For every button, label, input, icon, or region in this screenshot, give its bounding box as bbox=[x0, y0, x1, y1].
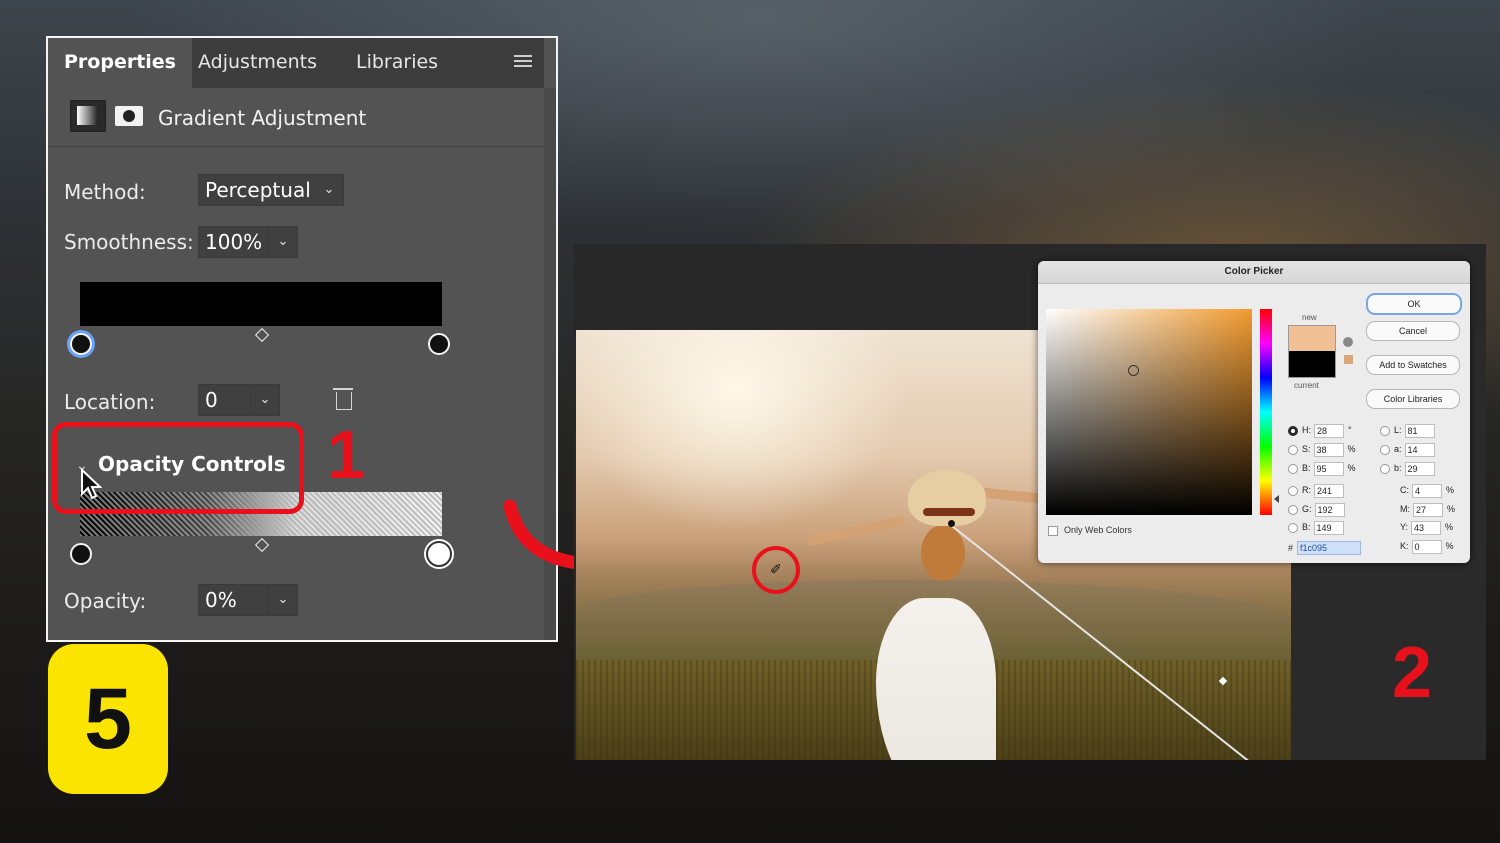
panel-tab-bar: Properties Adjustments Libraries bbox=[48, 38, 544, 88]
lab-l-row[interactable]: L: 81 bbox=[1380, 423, 1435, 438]
lab-b-row[interactable]: b: 29 bbox=[1380, 461, 1435, 476]
step-number-2: 2 bbox=[1392, 633, 1433, 713]
color-libraries-button[interactable]: Color Libraries bbox=[1366, 389, 1460, 409]
eyedropper-icon: ✐ bbox=[770, 562, 782, 578]
saturation-row[interactable]: S: 38% bbox=[1288, 442, 1356, 457]
woman-figure bbox=[876, 598, 996, 760]
properties-panel: Properties Adjustments Libraries Gradien… bbox=[46, 36, 558, 642]
hue-row[interactable]: H: 28 ° bbox=[1288, 423, 1352, 438]
cancel-button[interactable]: Cancel bbox=[1366, 321, 1460, 341]
layer-mask-icon[interactable] bbox=[115, 106, 143, 126]
cyan-row[interactable]: C: 4% bbox=[1400, 483, 1454, 498]
hat-band bbox=[923, 508, 975, 516]
tab-libraries[interactable]: Libraries bbox=[356, 38, 438, 88]
new-color-swatch bbox=[1288, 325, 1336, 352]
yellow-row[interactable]: Y: 43% bbox=[1400, 520, 1453, 535]
chevron-down-icon: ⌄ bbox=[323, 182, 335, 197]
gamut-cube-icon[interactable] bbox=[1343, 337, 1353, 347]
gradient-layer-icon bbox=[70, 100, 106, 132]
arm-left bbox=[806, 515, 906, 547]
add-to-swatches-button[interactable]: Add to Swatches bbox=[1366, 355, 1460, 375]
color-stop-left[interactable] bbox=[70, 333, 92, 355]
only-web-colors-checkbox[interactable]: Only Web Colors bbox=[1048, 525, 1132, 536]
hue-slider[interactable] bbox=[1260, 309, 1272, 515]
new-label: new bbox=[1302, 313, 1317, 322]
color-field[interactable] bbox=[1046, 309, 1252, 515]
divider bbox=[48, 146, 544, 147]
color-stop-right[interactable] bbox=[428, 333, 450, 355]
woman-head bbox=[921, 525, 965, 581]
black-row[interactable]: K: 0% bbox=[1400, 539, 1454, 554]
chevron-down-icon[interactable]: ⌄ bbox=[268, 227, 297, 257]
location-field[interactable]: 0 ⌄ bbox=[198, 384, 280, 416]
smoothness-value: 100% bbox=[205, 230, 263, 254]
opacity-label: Opacity: bbox=[64, 589, 147, 613]
dialog-title: Color Picker bbox=[1038, 261, 1470, 284]
opacity-value: 0% bbox=[205, 588, 237, 612]
color-marker[interactable] bbox=[1128, 365, 1139, 376]
straw-hat bbox=[908, 470, 986, 526]
color-picker-dialog: Color Picker new current OK Cancel Add t… bbox=[1038, 261, 1470, 563]
location-value: 0 bbox=[205, 388, 218, 412]
blue-row[interactable]: B: 149 bbox=[1288, 520, 1344, 535]
opacity-midpoint[interactable] bbox=[254, 537, 270, 553]
opacity-field[interactable]: 0% ⌄ bbox=[198, 584, 298, 616]
ok-button[interactable]: OK bbox=[1366, 293, 1462, 315]
color-midpoint[interactable] bbox=[254, 327, 270, 343]
tab-adjustments[interactable]: Adjustments bbox=[198, 38, 317, 88]
method-label: Method: bbox=[64, 180, 146, 204]
gradient-start-handle[interactable] bbox=[948, 520, 955, 527]
chevron-down-icon[interactable]: ⌄ bbox=[268, 585, 297, 615]
canvas-screenshot: ✐ 2 Color Picker new current OK Cancel A… bbox=[574, 244, 1486, 760]
smoothness-label: Smoothness: bbox=[64, 230, 194, 254]
layer-title: Gradient Adjustment bbox=[158, 106, 367, 130]
hue-slider-arrow[interactable] bbox=[1274, 495, 1279, 503]
web-safe-swatch-icon[interactable] bbox=[1344, 355, 1353, 364]
panel-menu-icon[interactable] bbox=[514, 55, 532, 70]
gradient-preview-bar[interactable] bbox=[80, 282, 442, 326]
lab-a-row[interactable]: a: 14 bbox=[1380, 442, 1435, 457]
brightness-row[interactable]: B: 95% bbox=[1288, 461, 1356, 476]
opacity-stop-left[interactable] bbox=[70, 543, 92, 565]
location-label: Location: bbox=[64, 390, 156, 414]
current-label: current bbox=[1294, 381, 1319, 390]
method-value: Perceptual bbox=[205, 178, 311, 202]
magenta-row[interactable]: M: 27% bbox=[1400, 502, 1455, 517]
tab-properties[interactable]: Properties bbox=[48, 38, 192, 88]
smoothness-field[interactable]: 100% ⌄ bbox=[198, 226, 298, 258]
hex-field[interactable]: # f1c095 bbox=[1288, 541, 1362, 555]
green-row[interactable]: G: 192 bbox=[1288, 502, 1345, 517]
opacity-stop-right[interactable] bbox=[426, 541, 452, 567]
current-color-swatch[interactable] bbox=[1288, 351, 1336, 378]
step-badge: 5 bbox=[48, 644, 168, 794]
chevron-down-icon[interactable]: ⌄ bbox=[250, 385, 279, 415]
red-row[interactable]: R: 241 bbox=[1288, 483, 1344, 498]
method-dropdown[interactable]: Perceptual ⌄ bbox=[198, 174, 344, 206]
step-number-1: 1 bbox=[327, 417, 365, 493]
mouse-cursor-icon bbox=[81, 468, 102, 500]
trash-icon[interactable] bbox=[333, 388, 353, 410]
